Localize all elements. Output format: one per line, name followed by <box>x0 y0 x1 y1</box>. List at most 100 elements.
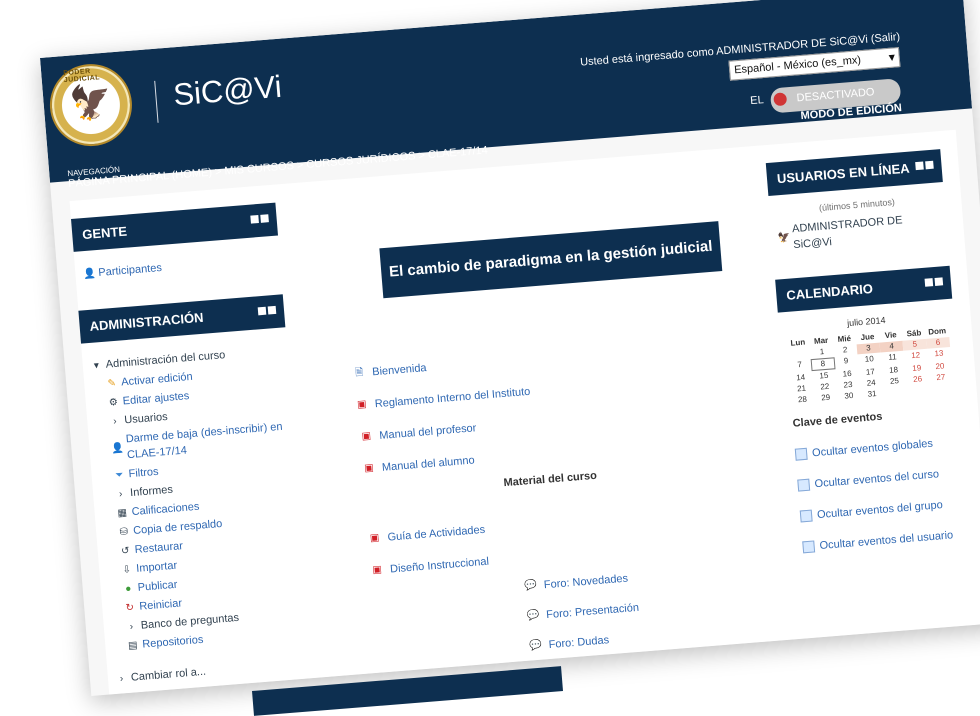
resource-item[interactable]: ▣ Manual del profesor <box>359 421 477 444</box>
online-users-title: USUARIOS EN LÍNEA <box>776 160 911 187</box>
institution-logo[interactable]: PODER JUDICIAL 🦅 <box>46 60 136 150</box>
event-filter[interactable]: Ocultar eventos del grupo <box>799 495 964 524</box>
admin-title: ADMINISTRACIÓN <box>89 309 205 334</box>
publish-icon: ● <box>124 582 132 595</box>
calendar-day[interactable]: 11 <box>881 352 905 364</box>
resource-item[interactable]: ▣ Manual del alumno <box>361 453 475 476</box>
resource-item[interactable]: 🗎 Bienvenida <box>352 361 427 381</box>
calendar-day[interactable]: 16 <box>835 368 859 380</box>
people-title: GENTE <box>81 223 128 243</box>
calendar-day[interactable]: 21 <box>790 383 814 395</box>
event-filter[interactable]: Ocultar eventos globales <box>794 434 959 463</box>
admin-body: ▾ Administración del curso ✎ Activar edici… <box>81 327 316 696</box>
event-icon <box>799 509 813 523</box>
calendar-day[interactable] <box>787 348 811 360</box>
event-icon <box>802 540 816 554</box>
people-block: GENTE 👤 Participantes <box>71 202 281 289</box>
moodle-page: PODER JUDICIAL 🦅 SiC@Vi Usted está ingre… <box>40 0 980 696</box>
calendar-day[interactable]: 6 <box>926 336 951 349</box>
weekday-label: Jue <box>860 331 875 343</box>
site-title[interactable]: SiC@Vi <box>172 69 283 114</box>
admin-block: ADMINISTRACIÓN ▾ Administración del curso… <box>78 294 316 696</box>
course-title: El cambio de paradigma en la gestión jud… <box>379 221 723 299</box>
calendar-day[interactable]: 25 <box>882 376 906 388</box>
calendar-day[interactable]: 27 <box>929 372 953 384</box>
pdf-icon: ▣ <box>369 532 380 545</box>
calendar-day[interactable]: 20 <box>928 361 952 373</box>
header-divider <box>154 80 159 123</box>
calendar-day[interactable]: 10 <box>857 354 881 366</box>
user-icon: 👤 <box>111 442 125 455</box>
calendar-day[interactable]: 30 <box>837 390 861 402</box>
calendar-day[interactable]: 19 <box>905 363 929 375</box>
calendar-day[interactable] <box>907 385 931 397</box>
calendar-day[interactable]: 23 <box>836 379 860 391</box>
pdf-icon: ▣ <box>361 430 372 443</box>
forum-item[interactable]: 💬 Foro: Novedades <box>523 572 628 594</box>
calendar-day[interactable]: 12 <box>904 350 928 362</box>
pencil-icon: ✎ <box>107 377 117 390</box>
section-label: Material del curso <box>503 469 598 490</box>
material-item[interactable]: ▣ Guía de Actividades <box>367 523 486 546</box>
block-controls[interactable] <box>915 160 934 171</box>
admin-label: Repositorios <box>141 633 204 651</box>
forum-icon: 💬 <box>529 639 543 652</box>
calendar-day[interactable]: 31 <box>860 388 884 400</box>
weekday-label: Lun <box>790 337 806 348</box>
calendar-day[interactable]: 1 <box>810 346 834 358</box>
event-label: Ocultar eventos del curso <box>814 468 940 491</box>
block-controls[interactable] <box>250 214 269 224</box>
status-dot-icon <box>773 92 788 107</box>
calendar-day[interactable]: 28 <box>791 394 815 406</box>
calendar-day[interactable]: 9 <box>834 355 858 367</box>
calendar-day[interactable]: 22 <box>813 381 837 393</box>
calendar-day[interactable]: 26 <box>906 374 930 386</box>
forum-label: Foro: Presentación <box>545 601 640 622</box>
block-controls[interactable] <box>257 305 277 316</box>
block-controls[interactable] <box>924 277 944 287</box>
calendar-day[interactable]: 15 <box>812 370 836 382</box>
calendar-day[interactable] <box>883 387 907 399</box>
material-item[interactable]: ▣ Diseño Instruccional <box>370 555 490 579</box>
event-filter[interactable]: Ocultar eventos del usuario <box>802 526 966 555</box>
calendar-day[interactable]: 18 <box>882 365 906 377</box>
event-filter[interactable]: Ocultar eventos del curso <box>797 465 961 494</box>
online-users-body: (últimos 5 minutos) 🦅 ADMINISTRADOR DE Si… <box>768 182 948 266</box>
forum-item[interactable]: 💬 Foro: Presentación <box>526 601 640 624</box>
chevron-right-icon: › <box>118 488 123 500</box>
calendar-title: CALENDARIO <box>785 280 874 303</box>
calendar-day[interactable]: 5 <box>902 338 927 351</box>
calendar-day[interactable]: 4 <box>879 340 904 353</box>
calendar-day[interactable]: 14 <box>789 372 813 384</box>
chevron-right-icon: › <box>129 620 134 633</box>
admin-label: Filtros <box>128 465 160 481</box>
calendar-day[interactable]: 8 <box>810 357 836 372</box>
admin-footer-label: Ajustes de mi perfil <box>132 686 226 696</box>
calendar-day[interactable]: 3 <box>856 342 881 355</box>
calendar-day[interactable]: 17 <box>858 366 882 378</box>
resource-item[interactable]: ▣ Reglamento Interno del Instituto <box>354 385 531 413</box>
forum-item[interactable]: 💬 Foro: Dudas <box>528 633 609 653</box>
calendar-grid: Lun Mar Mié Jue Vie Sáb Dom 1 2 3 4 5 6 <box>786 326 954 406</box>
calendar-day[interactable]: 29 <box>814 392 838 404</box>
backup-icon: ⛁ <box>119 525 129 538</box>
calendar-day[interactable]: 7 <box>788 359 812 371</box>
calendar-day[interactable] <box>930 383 954 395</box>
weekday-label: Mié <box>837 333 852 344</box>
eagle-icon: 🦅 <box>777 231 791 244</box>
edit-toggle-label: EL <box>749 94 765 108</box>
calendar-day[interactable]: 2 <box>833 344 857 356</box>
screenshot-stage: PODER JUDICIAL 🦅 SiC@Vi Usted está ingre… <box>0 0 980 716</box>
admin-footer-item[interactable]: › Cambiar rol a... <box>115 656 305 687</box>
chevron-right-icon: › <box>112 415 117 427</box>
admin-label: Reiniciar <box>138 597 183 613</box>
admin-label: Calificaciones <box>131 500 200 519</box>
eagle-icon: 🦅 <box>68 82 114 124</box>
admin-label: Usuarios <box>123 410 169 427</box>
calendar-day[interactable]: 24 <box>859 377 883 389</box>
resource-label: Manual del alumno <box>381 454 476 474</box>
calendar-day[interactable]: 13 <box>927 348 951 360</box>
participants-link[interactable]: 👤 Participantes <box>83 251 273 282</box>
admin-label: Restaurar <box>134 540 184 556</box>
reset-icon: ↻ <box>125 601 135 614</box>
